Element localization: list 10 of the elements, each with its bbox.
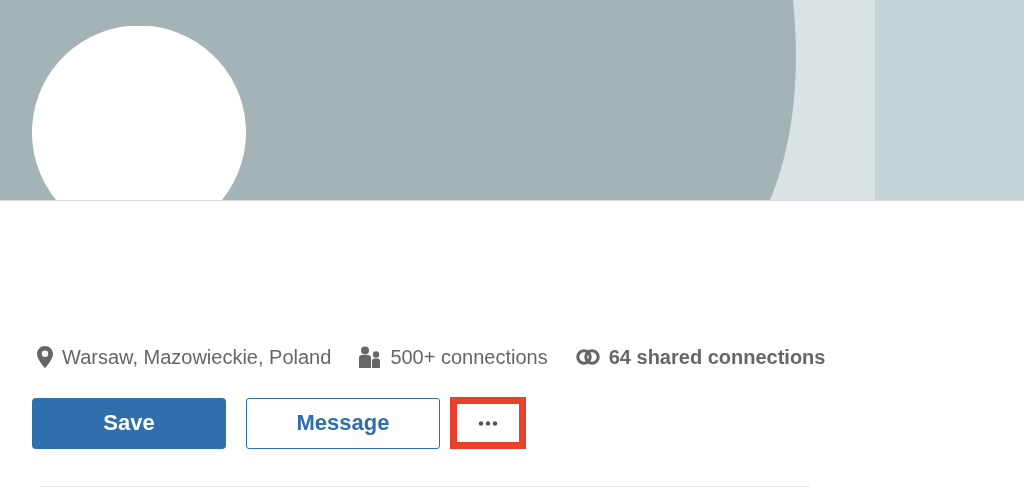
more-icon: [478, 420, 498, 426]
save-button[interactable]: Save: [32, 397, 226, 449]
more-button[interactable]: [450, 397, 526, 449]
location-pin-icon: [37, 346, 53, 368]
location-text: Warsaw, Mazowieckie, Poland: [62, 345, 332, 369]
people-icon: [359, 346, 382, 368]
message-button[interactable]: Message: [246, 397, 440, 449]
shared-connections-text: 64 shared connections: [608, 345, 826, 369]
connections-count: 500+ connections: [390, 345, 548, 369]
linked-rings-icon: [575, 349, 600, 365]
